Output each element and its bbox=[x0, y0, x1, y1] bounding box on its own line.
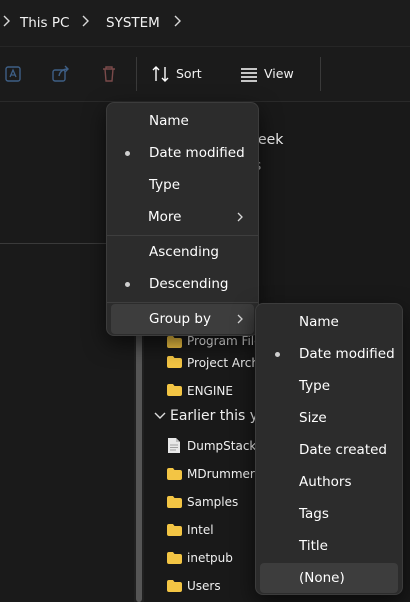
group-by-item-date-created[interactable]: Date created bbox=[260, 435, 398, 465]
menu-divider bbox=[107, 302, 258, 303]
folder-icon bbox=[167, 384, 182, 396]
folder-icon bbox=[167, 356, 182, 368]
breadcrumb-system[interactable]: SYSTEM bbox=[106, 15, 160, 31]
sort-menu-item-ascending[interactable]: Ascending bbox=[111, 237, 254, 267]
group-by-item-label: (None) bbox=[299, 570, 345, 586]
chevron-right-icon bbox=[237, 212, 243, 222]
sort-menu-item-label: More bbox=[148, 209, 182, 225]
list-item-label: inetpub bbox=[187, 551, 233, 565]
chevron-right-icon[interactable] bbox=[171, 14, 185, 28]
sort-menu-item-label: Descending bbox=[149, 276, 229, 292]
toolbar-divider bbox=[320, 57, 321, 91]
list-item-label: Project Archi bbox=[187, 356, 263, 370]
folder-icon bbox=[167, 496, 182, 508]
sort-icon[interactable] bbox=[150, 63, 172, 85]
file-icon bbox=[168, 438, 180, 453]
breadcrumb-this-pc[interactable]: This PC bbox=[20, 15, 69, 31]
sort-menu-item-type[interactable]: Type bbox=[111, 170, 254, 200]
group-by-item-size[interactable]: Size bbox=[260, 403, 398, 433]
list-item-label: Intel bbox=[187, 523, 214, 537]
sort-menu-item-label: Date modified bbox=[149, 145, 245, 161]
group-by-item-label: Tags bbox=[299, 506, 329, 522]
group-by-item-authors[interactable]: Authors bbox=[260, 467, 398, 497]
folder-icon bbox=[167, 468, 182, 480]
toolbar-divider bbox=[136, 57, 137, 91]
list-item-label: Users bbox=[187, 579, 221, 593]
group-by-item-title[interactable]: Title bbox=[260, 531, 398, 561]
sort-menu-item-label: Group by bbox=[149, 311, 211, 327]
sort-menu-item-name[interactable]: Name bbox=[111, 106, 254, 136]
sort-menu-item-descending[interactable]: Descending bbox=[111, 269, 254, 299]
sort-menu-item-group-by[interactable]: Group by bbox=[111, 304, 254, 334]
sort-menu-item-label: Type bbox=[149, 177, 181, 193]
group-by-item-none[interactable]: (None) bbox=[260, 563, 398, 593]
group-by-item-label: Authors bbox=[299, 474, 352, 490]
group-by-item-label: Title bbox=[299, 538, 328, 554]
view-icon[interactable] bbox=[238, 63, 260, 85]
list-item-label: DumpStack.l bbox=[187, 439, 264, 453]
selected-bullet-icon bbox=[275, 352, 280, 357]
selected-bullet-icon bbox=[125, 151, 130, 156]
view-button[interactable]: View bbox=[264, 66, 294, 81]
folder-icon bbox=[167, 336, 182, 348]
list-item-label: MDrummer bbox=[187, 467, 255, 481]
sort-menu: Name Date modified Type More Ascending D… bbox=[106, 102, 259, 336]
group-by-item-label: Name bbox=[299, 314, 339, 330]
nav-divider bbox=[0, 243, 108, 244]
group-by-item-name[interactable]: Name bbox=[260, 307, 398, 337]
group-by-item-type[interactable]: Type bbox=[260, 371, 398, 401]
address-bar[interactable]: This PC SYSTEM bbox=[0, 0, 410, 47]
list-item-label: Samples bbox=[187, 495, 239, 509]
menu-divider bbox=[107, 235, 258, 236]
group-by-submenu: Name Date modified Type Size Date create… bbox=[255, 303, 403, 595]
sort-menu-item-label: Name bbox=[149, 113, 189, 129]
selected-bullet-icon bbox=[125, 282, 130, 287]
group-header-earlier[interactable]: Earlier this ye bbox=[170, 408, 267, 424]
group-by-item-label: Date created bbox=[299, 442, 387, 458]
group-by-item-tags[interactable]: Tags bbox=[260, 499, 398, 529]
folder-icon bbox=[167, 524, 182, 536]
folder-icon bbox=[167, 552, 182, 564]
sort-menu-item-more[interactable]: More bbox=[111, 202, 254, 232]
share-icon[interactable] bbox=[50, 63, 72, 85]
sort-menu-item-label: Ascending bbox=[149, 244, 219, 260]
delete-icon[interactable] bbox=[98, 63, 120, 85]
group-by-item-label: Type bbox=[299, 378, 331, 394]
folder-icon bbox=[167, 580, 182, 592]
group-by-item-date-modified[interactable]: Date modified bbox=[260, 339, 398, 369]
sort-button[interactable]: Sort bbox=[176, 66, 202, 81]
list-item-label: ENGINE bbox=[187, 384, 233, 398]
chevron-right-icon bbox=[237, 314, 243, 324]
chevron-right-icon[interactable] bbox=[0, 14, 14, 28]
rename-icon[interactable] bbox=[3, 63, 25, 85]
sort-menu-item-date-modified[interactable]: Date modified bbox=[111, 138, 254, 168]
group-header-partial: eek bbox=[258, 132, 284, 148]
chevron-right-icon[interactable] bbox=[79, 14, 93, 28]
group-by-item-label: Date modified bbox=[299, 346, 395, 362]
group-by-item-label: Size bbox=[299, 410, 327, 426]
command-bar: Sort View bbox=[0, 47, 410, 124]
chevron-down-icon[interactable] bbox=[154, 411, 166, 421]
